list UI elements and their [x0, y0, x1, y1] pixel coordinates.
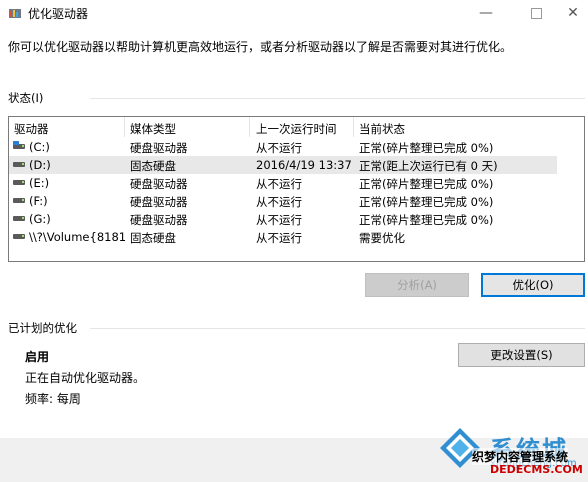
last-run: 从不运行	[256, 231, 302, 245]
schedule-detail: 正在自动优化驱动器。	[25, 371, 146, 385]
current-status: 正常(碎片整理已完成 0%)	[359, 195, 494, 209]
last-run: 从不运行	[256, 177, 302, 191]
change-settings-button[interactable]: 更改设置(S)	[458, 343, 585, 367]
window-title: 优化驱动器	[28, 7, 89, 21]
column-header-drive[interactable]: 驱动器	[14, 121, 49, 137]
optimize-button[interactable]: 优化(O)	[481, 273, 585, 297]
drive-name: (G:)	[29, 212, 51, 226]
drive-row[interactable]: (E:) 硬盘驱动器 从不运行 正常(碎片整理已完成 0%)	[9, 174, 584, 192]
current-status: 正常(碎片整理已完成 0%)	[359, 213, 494, 227]
title-bar: 优化驱动器 — ✕	[0, 0, 588, 28]
watermark-overlay-url: DEDECMS.COM	[490, 463, 583, 476]
last-run: 从不运行	[256, 213, 302, 227]
drive-icon	[13, 216, 25, 223]
drive-icon	[13, 234, 25, 241]
column-divider	[249, 117, 250, 137]
scheduled-section-label: 已计划的优化	[8, 321, 77, 335]
watermark: 系统城 xitongcheng.com 织梦内容管理系统 DEDECMS.COM	[432, 420, 588, 482]
description-text: 你可以优化驱动器以帮助计算机更高效地运行，或者分析驱动器以了解是否需要对其进行优…	[8, 40, 513, 54]
defrag-app-icon	[9, 9, 21, 18]
close-button[interactable]: ✕	[558, 0, 588, 28]
drive-row[interactable]: (F:) 硬盘驱动器 从不运行 正常(碎片整理已完成 0%)	[9, 192, 584, 210]
status-section-label: 状态(I)	[8, 91, 44, 105]
drive-icon	[13, 198, 25, 205]
status-separator	[90, 98, 585, 99]
drive-list[interactable]: 驱动器 媒体类型 上一次运行时间 当前状态 (C:) 硬盘驱动器 从不运行 正常…	[8, 116, 585, 262]
media-type: 固态硬盘	[130, 159, 176, 173]
drive-icon	[13, 162, 25, 169]
drive-name: (D:)	[29, 158, 51, 172]
current-status: 正常(碎片整理已完成 0%)	[359, 141, 494, 155]
drive-icon	[13, 180, 25, 187]
column-header-last-run[interactable]: 上一次运行时间	[256, 121, 337, 137]
drive-row[interactable]: \\?\Volume{8181... 固态硬盘 从不运行 需要优化	[9, 228, 584, 246]
drive-name: (C:)	[29, 140, 50, 154]
maximize-icon	[530, 7, 542, 19]
current-status: 正常(碎片整理已完成 0%)	[359, 177, 494, 191]
current-status: 正常(距上次运行已有 0 天)	[359, 159, 498, 173]
drive-row[interactable]: (C:) 硬盘驱动器 从不运行 正常(碎片整理已完成 0%)	[9, 138, 584, 156]
drive-name: (E:)	[29, 176, 50, 190]
column-header-current-status[interactable]: 当前状态	[359, 121, 405, 137]
maximize-button[interactable]	[516, 0, 556, 28]
media-type: 硬盘驱动器	[130, 195, 188, 209]
drive-name: (F:)	[29, 194, 48, 208]
media-type: 硬盘驱动器	[130, 213, 188, 227]
column-divider	[124, 117, 125, 137]
schedule-frequency: 频率: 每周	[25, 392, 81, 406]
drive-row-selected[interactable]: (D:) 固态硬盘 2016/4/19 13:37 正常(距上次运行已有 0 天…	[9, 156, 557, 174]
schedule-state: 启用	[25, 350, 50, 364]
column-header-media-type[interactable]: 媒体类型	[130, 121, 176, 137]
analyze-button[interactable]: 分析(A)	[365, 273, 469, 297]
media-type: 硬盘驱动器	[130, 141, 188, 155]
minimize-button[interactable]: —	[466, 0, 506, 28]
drive-row[interactable]: (G:) 硬盘驱动器 从不运行 正常(碎片整理已完成 0%)	[9, 210, 584, 228]
last-run: 从不运行	[256, 141, 302, 155]
drive-name: \\?\Volume{8181...	[29, 230, 125, 244]
media-type: 硬盘驱动器	[130, 177, 188, 191]
scheduled-separator	[90, 328, 585, 329]
last-run: 从不运行	[256, 195, 302, 209]
current-status: 需要优化	[359, 231, 405, 245]
column-divider	[353, 117, 354, 137]
last-run: 2016/4/19 13:37	[256, 158, 352, 172]
windows-drive-icon	[13, 141, 25, 151]
media-type: 固态硬盘	[130, 231, 176, 245]
drive-list-header: 驱动器 媒体类型 上一次运行时间 当前状态	[9, 117, 584, 137]
